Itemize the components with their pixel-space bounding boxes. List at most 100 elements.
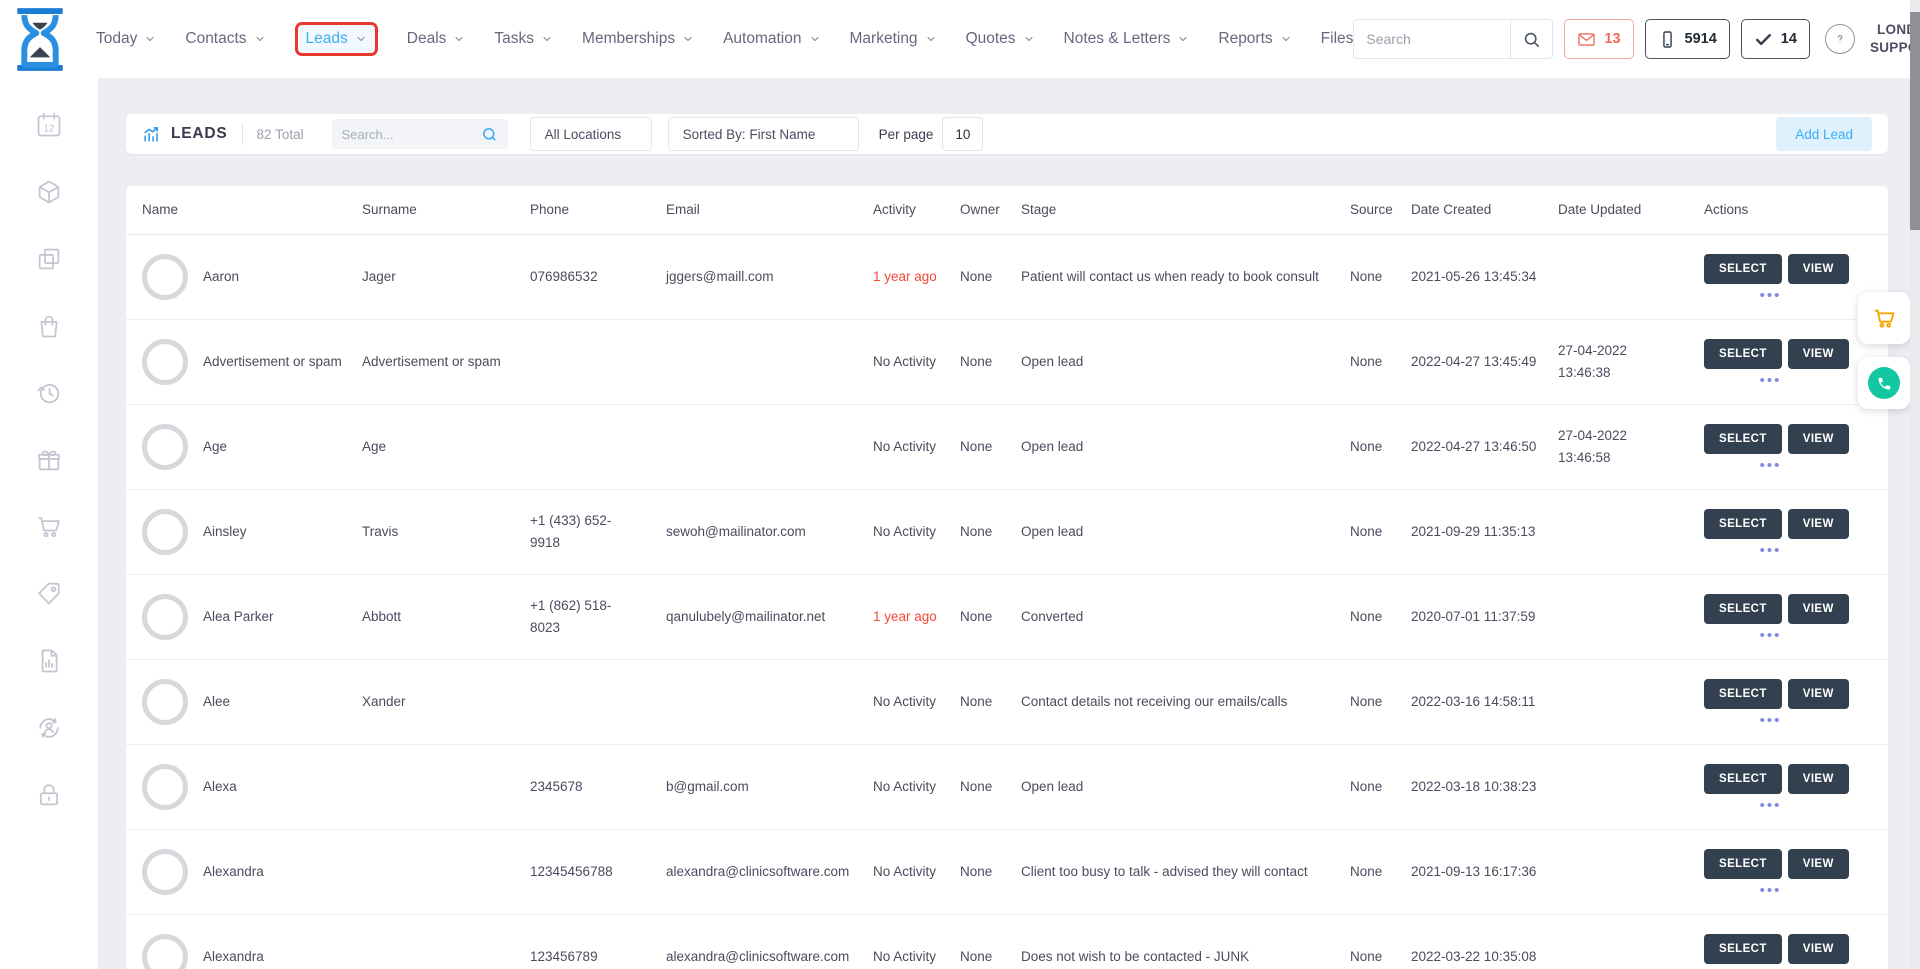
actions-cell: SELECTVIEW •••	[1692, 669, 1888, 735]
lead-name: Ainsley	[203, 521, 247, 543]
lead-stage: Open lead	[1009, 426, 1338, 468]
more-actions-button[interactable]: •••	[1704, 291, 1837, 300]
view-button[interactable]: VIEW	[1788, 509, 1849, 539]
navbar-right-cluster: 13 5914 14 LONDON SUPPORT	[1353, 17, 1920, 62]
search-button[interactable]	[1510, 20, 1552, 58]
help-button[interactable]	[1825, 24, 1855, 54]
lead-activity: 1 year ago	[861, 256, 948, 298]
sidebar-item-package[interactable]	[35, 178, 63, 211]
sidebar-item-history[interactable]	[35, 379, 63, 412]
tasks-button[interactable]: 14	[1741, 19, 1810, 59]
sidebar-item-account-sync[interactable]	[35, 714, 63, 747]
lead-owner: None	[948, 681, 1009, 723]
per-page-selector[interactable]: 10	[942, 117, 983, 151]
more-actions-button[interactable]: •••	[1704, 546, 1837, 555]
more-actions-button[interactable]: •••	[1704, 461, 1837, 470]
sidebar-item-cart[interactable]	[35, 513, 63, 546]
select-button[interactable]: SELECT	[1704, 339, 1782, 369]
app-logo-hourglass-icon[interactable]	[14, 7, 66, 71]
select-button[interactable]: SELECT	[1704, 509, 1782, 539]
lead-created: 2022-04-27 13:46:50	[1399, 426, 1546, 468]
nav-item-deals[interactable]: Deals	[407, 30, 466, 48]
mail-notifications-button[interactable]: 13	[1564, 19, 1633, 59]
select-button[interactable]: SELECT	[1704, 424, 1782, 454]
lead-updated	[1546, 607, 1692, 627]
select-button[interactable]: SELECT	[1704, 934, 1782, 964]
chevron-down-icon	[541, 33, 553, 45]
scrollbar-thumb[interactable]	[1910, 12, 1920, 230]
call-floating-button[interactable]	[1858, 357, 1910, 409]
chevron-down-icon	[144, 33, 156, 45]
calendar-icon: 12	[35, 126, 63, 143]
lead-email: qanulubely@mailinator.net	[654, 596, 861, 638]
lead-phone	[518, 692, 654, 712]
lead-owner: None	[948, 596, 1009, 638]
vertical-scrollbar[interactable]	[1910, 0, 1920, 969]
nav-item-tasks[interactable]: Tasks	[494, 30, 553, 48]
view-button[interactable]: VIEW	[1788, 764, 1849, 794]
sidebar-item-calendar[interactable]: 12	[35, 111, 63, 144]
more-actions-button[interactable]: •••	[1704, 886, 1837, 895]
nav-item-files[interactable]: Files	[1321, 30, 1354, 48]
cart-floating-button[interactable]	[1858, 292, 1910, 344]
more-actions-button[interactable]: •••	[1704, 801, 1837, 810]
nav-item-memberships[interactable]: Memberships	[582, 30, 694, 48]
more-actions-button[interactable]: •••	[1704, 716, 1837, 725]
sidebar-item-price-tag[interactable]	[35, 580, 63, 613]
nav-item-contacts[interactable]: Contacts	[185, 30, 265, 48]
select-button[interactable]: SELECT	[1704, 594, 1782, 624]
lead-phone	[518, 352, 654, 372]
lead-name-cell: Alea Parker	[126, 584, 350, 650]
search-input[interactable]	[1354, 31, 1510, 47]
select-button[interactable]: SELECT	[1704, 679, 1782, 709]
lead-phone: +1 (433) 652-9918	[518, 500, 654, 563]
location-filter-dropdown[interactable]: All Locations	[530, 117, 652, 151]
more-actions-button[interactable]: •••	[1704, 376, 1837, 385]
lead-source: None	[1338, 256, 1399, 298]
view-button[interactable]: VIEW	[1788, 934, 1849, 964]
nav-item-notes-letters[interactable]: Notes & Letters	[1064, 30, 1190, 48]
view-button[interactable]: VIEW	[1788, 594, 1849, 624]
lead-source: None	[1338, 681, 1399, 723]
nav-item-automation[interactable]: Automation	[723, 30, 820, 48]
nav-label: Deals	[407, 30, 447, 48]
sidebar-item-gift[interactable]	[35, 446, 63, 479]
table-row: AinsleyTravis+1 (433) 652-9918sewoh@mail…	[126, 490, 1888, 575]
view-button[interactable]: VIEW	[1788, 679, 1849, 709]
view-button[interactable]: VIEW	[1788, 424, 1849, 454]
lead-activity: 1 year ago	[861, 596, 948, 638]
actions-cell: SELECTVIEW •••	[1692, 839, 1888, 905]
select-button[interactable]: SELECT	[1704, 764, 1782, 794]
add-lead-button[interactable]: Add Lead	[1776, 117, 1872, 151]
sidebar-item-shopping-bag[interactable]	[35, 312, 63, 345]
leads-search-input[interactable]	[342, 127, 481, 142]
sidebar-item-copy[interactable]	[35, 245, 63, 278]
calls-button[interactable]: 5914	[1645, 19, 1730, 59]
nav-item-today[interactable]: Today	[96, 30, 156, 48]
lead-name-cell: Alexa	[126, 754, 350, 820]
more-actions-button[interactable]: •••	[1704, 631, 1837, 640]
lead-phone: 076986532	[518, 256, 654, 298]
nav-item-marketing[interactable]: Marketing	[850, 30, 937, 48]
col-header-owner: Owner	[948, 189, 1009, 231]
select-button[interactable]: SELECT	[1704, 254, 1782, 284]
chevron-down-icon	[1023, 33, 1035, 45]
lead-name: Alexandra	[203, 861, 264, 883]
view-button[interactable]: VIEW	[1788, 339, 1849, 369]
sort-filter-dropdown[interactable]: Sorted By: First Name	[668, 117, 859, 151]
page-title: LEADS	[171, 125, 228, 143]
chevron-down-icon	[682, 33, 694, 45]
nav-item-leads[interactable]: Leads	[295, 22, 378, 56]
sidebar-item-report[interactable]	[35, 647, 63, 680]
lead-activity: No Activity	[861, 511, 948, 553]
leads-search	[332, 119, 508, 149]
nav-item-reports[interactable]: Reports	[1218, 30, 1291, 48]
lead-owner: None	[948, 936, 1009, 969]
view-button[interactable]: VIEW	[1788, 254, 1849, 284]
select-button[interactable]: SELECT	[1704, 849, 1782, 879]
view-button[interactable]: VIEW	[1788, 849, 1849, 879]
sidebar-item-lock[interactable]	[35, 781, 63, 814]
nav-item-quotes[interactable]: Quotes	[966, 30, 1035, 48]
nav-label: Marketing	[850, 30, 918, 48]
nav-label: Files	[1321, 30, 1354, 48]
